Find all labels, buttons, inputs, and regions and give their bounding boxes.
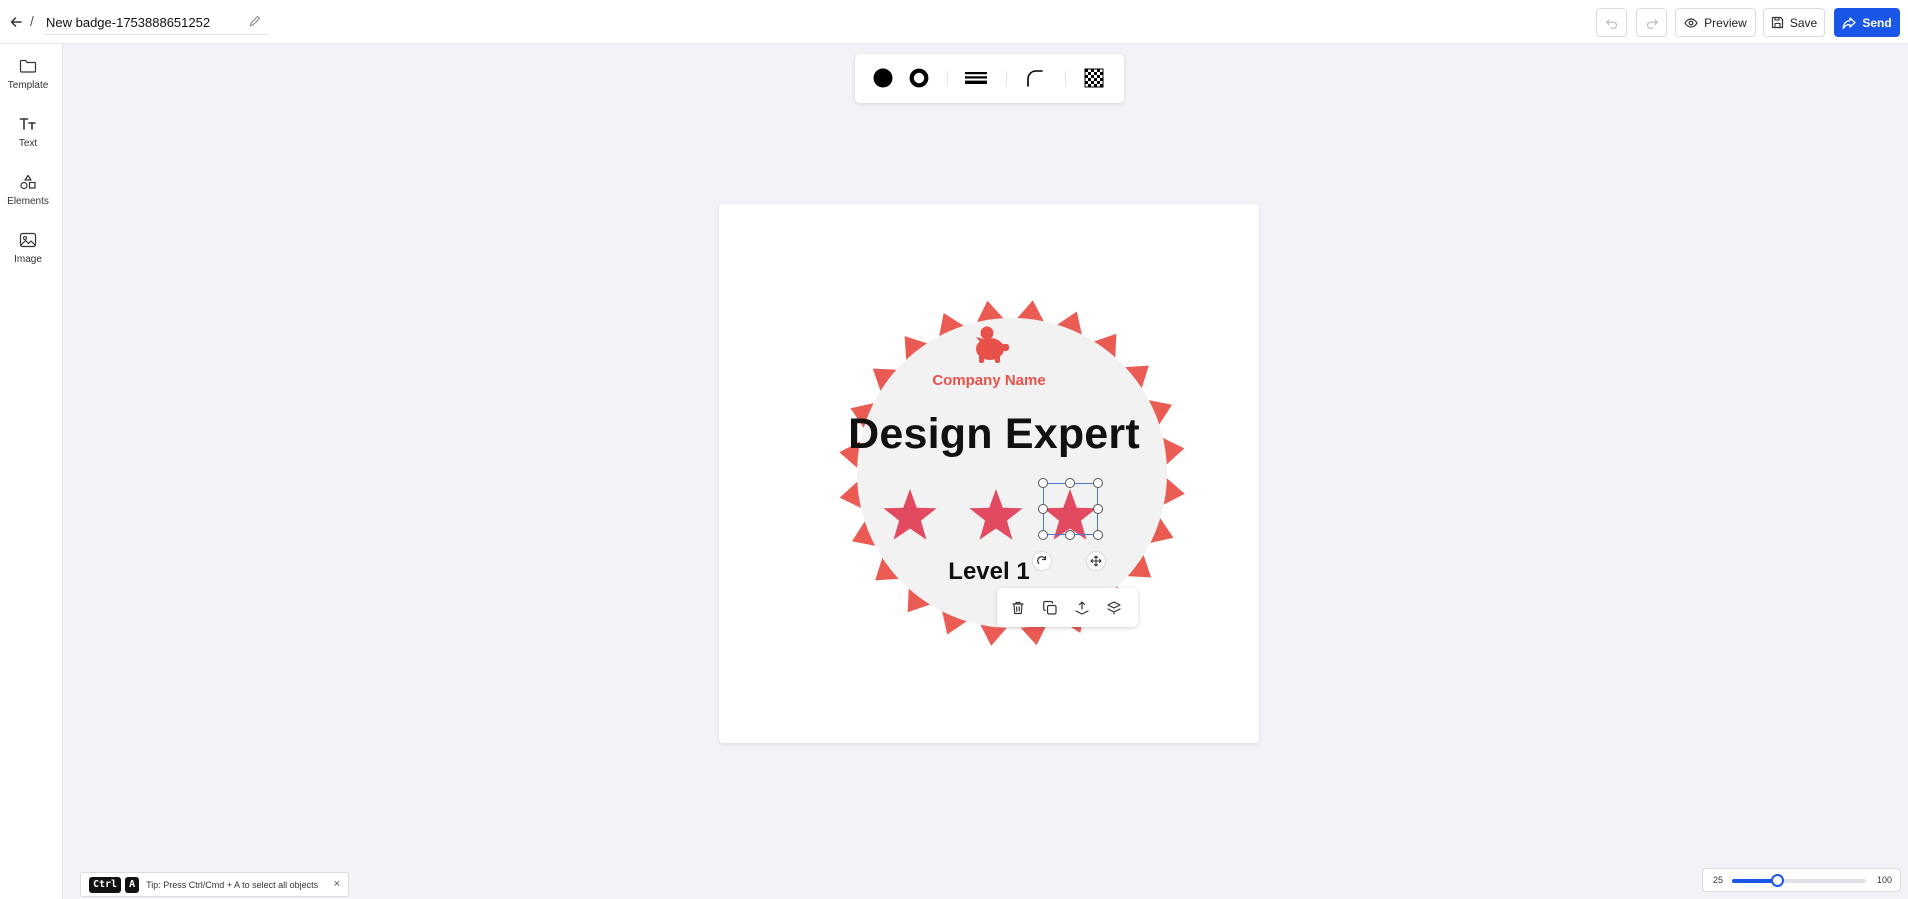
- eye-icon: [1684, 17, 1698, 28]
- zoom-slider-thumb[interactable]: [1770, 874, 1784, 887]
- sidebar-item-label: Text: [18, 138, 38, 149]
- level-text[interactable]: Level 1: [719, 558, 1259, 586]
- fill-circle-icon[interactable]: [870, 65, 896, 91]
- sidebar-item-label: Elements: [7, 196, 49, 207]
- toolbar-divider: [947, 71, 948, 86]
- resize-handle-n[interactable]: [1065, 478, 1075, 488]
- zoom-max-label: 100: [1876, 875, 1892, 885]
- badge-canvas[interactable]: Company Name Design Expert Level 1: [719, 204, 1259, 743]
- sidebar-item-label: Image: [14, 254, 42, 265]
- pencil-icon[interactable]: [248, 14, 264, 30]
- redo-button[interactable]: [1636, 8, 1667, 37]
- send-backward-icon[interactable]: [1103, 597, 1125, 619]
- sidebar-item-text[interactable]: Text: [0, 110, 56, 160]
- zoom-slider[interactable]: [1732, 874, 1866, 887]
- resize-handle-sw[interactable]: [1038, 530, 1048, 540]
- text-icon: [18, 114, 38, 134]
- send-button[interactable]: Send: [1834, 8, 1900, 37]
- resize-handle-w[interactable]: [1038, 504, 1048, 514]
- save-button[interactable]: Save: [1763, 8, 1825, 37]
- sidebar-item-image[interactable]: Image: [0, 226, 56, 276]
- tip-bar: Ctrl A Tip: Press Ctrl/Cmd + A to select…: [80, 872, 349, 897]
- trash-icon[interactable]: [1007, 597, 1029, 619]
- badge-graphic: [839, 300, 1185, 646]
- undo-button[interactable]: [1596, 8, 1627, 37]
- toolbar-divider: [1065, 71, 1066, 86]
- move-icon[interactable]: [1087, 552, 1105, 570]
- redo-icon: [1646, 18, 1658, 29]
- back-arrow-icon[interactable]: [6, 12, 26, 32]
- zoom-control: 25 100: [1702, 868, 1901, 892]
- preview-button[interactable]: Preview: [1675, 8, 1756, 37]
- top-bar: / New badge-1753888651252 Preview Save S…: [0, 0, 1908, 44]
- shape-toolbar: [855, 54, 1124, 103]
- close-icon[interactable]: ×: [334, 878, 340, 890]
- kbd-a: A: [125, 876, 140, 893]
- resize-handle-se[interactable]: [1093, 530, 1103, 540]
- transparency-icon[interactable]: [1081, 65, 1107, 91]
- zoom-min-label: 25: [1713, 875, 1724, 885]
- toolbar-divider: [1006, 71, 1007, 86]
- share-arrow-icon: [1842, 16, 1856, 29]
- rotate-icon[interactable]: [1033, 552, 1051, 570]
- duplicate-icon[interactable]: [1039, 597, 1061, 619]
- badge-headline-text[interactable]: Design Expert: [719, 410, 1269, 459]
- corner-radius-icon[interactable]: [1022, 65, 1048, 91]
- tip-text: Tip: Press Ctrl/Cmd + A to select all ob…: [146, 879, 319, 890]
- sidebar-item-label: Template: [7, 80, 49, 91]
- folder-icon: [18, 56, 38, 76]
- left-sidebar: Template Text Elements Image: [0, 44, 63, 899]
- resize-handle-s[interactable]: [1065, 530, 1075, 540]
- shapes-icon: [18, 172, 38, 192]
- undo-icon: [1605, 18, 1617, 29]
- document-title[interactable]: New badge-1753888651252: [46, 15, 210, 30]
- kbd-ctrl: Ctrl: [89, 876, 122, 893]
- resize-handle-nw[interactable]: [1038, 478, 1048, 488]
- ring-icon[interactable]: [906, 65, 932, 91]
- send-label: Send: [1862, 15, 1892, 30]
- object-toolbar: [997, 588, 1138, 627]
- resize-handle-ne[interactable]: [1093, 478, 1103, 488]
- image-icon: [18, 230, 38, 250]
- save-icon: [1771, 16, 1783, 29]
- company-name-text[interactable]: Company Name: [719, 372, 1259, 389]
- preview-label: Preview: [1704, 15, 1747, 30]
- breadcrumb-separator: /: [30, 13, 34, 29]
- sidebar-item-elements[interactable]: Elements: [0, 168, 56, 218]
- zoom-fill: [1732, 879, 1777, 883]
- selection-box: [1043, 483, 1098, 535]
- bring-forward-icon[interactable]: [1071, 597, 1093, 619]
- title-underline: [44, 34, 269, 35]
- sidebar-item-template[interactable]: Template: [0, 52, 56, 102]
- border-lines-icon[interactable]: [963, 65, 989, 91]
- resize-handle-e[interactable]: [1093, 504, 1103, 514]
- save-label: Save: [1789, 15, 1818, 30]
